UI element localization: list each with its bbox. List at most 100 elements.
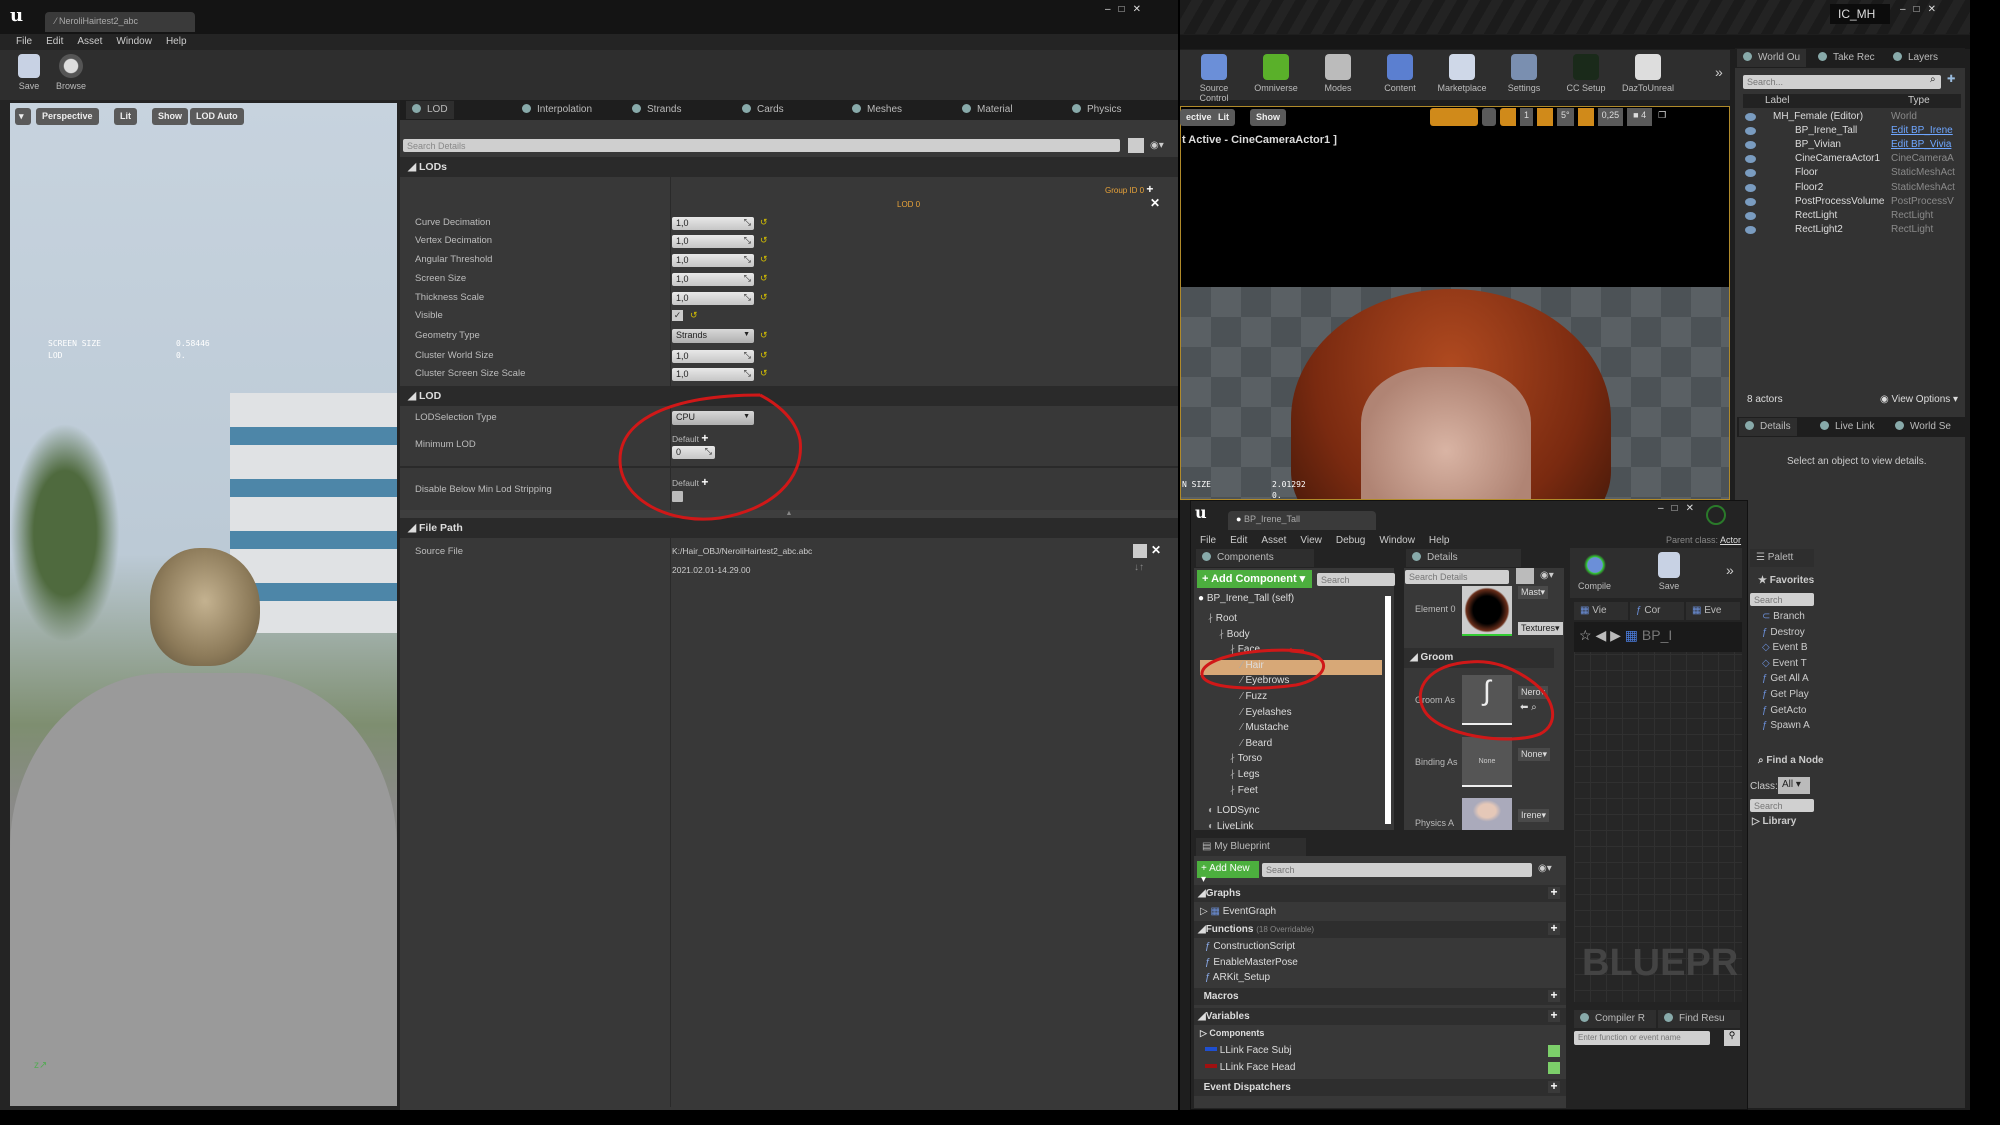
palette-item[interactable]: ⊂ Branch — [1762, 611, 1805, 622]
menu-item[interactable]: Window — [1379, 535, 1415, 546]
grid-snap-icon[interactable] — [1500, 108, 1516, 126]
camera-speed-button[interactable]: ■ 4 — [1627, 108, 1653, 126]
favorites-header[interactable]: ★ Favorites — [1758, 575, 1814, 586]
actor-type[interactable]: Edit BP_Irene — [1891, 125, 1955, 136]
visibility-eye-icon[interactable] — [1745, 197, 1756, 206]
window-controls[interactable]: ‒□✕ — [1658, 503, 1702, 514]
reset-icon[interactable]: ↺ — [760, 330, 768, 341]
graph-tab[interactable]: ƒ Cor — [1630, 602, 1684, 620]
view-options-eye-icon[interactable]: ◉▾ — [1150, 140, 1164, 151]
outliner-row[interactable]: RectLight2 RectLight — [1745, 224, 1965, 238]
binoculars-icon[interactable]: ⚲ — [1724, 1030, 1740, 1046]
scale-snap-icon[interactable] — [1577, 108, 1594, 126]
my-blueprint-search[interactable]: Search — [1262, 863, 1532, 877]
visibility-eye-icon[interactable] — [1745, 211, 1756, 220]
visible-checkbox[interactable]: ✓ — [672, 310, 683, 321]
graph-breadcrumb[interactable]: BP_I — [1642, 627, 1672, 643]
tab-interpolation[interactable]: Interpolation — [516, 101, 598, 119]
details-tab[interactable]: World Se — [1889, 418, 1957, 436]
palette-item[interactable]: ƒ Spawn A — [1762, 720, 1810, 731]
visibility-eye-icon[interactable] — [1745, 169, 1756, 178]
component-item[interactable]: ∤ Legs — [1230, 769, 1259, 784]
component-item[interactable]: ⁄ Mustache — [1241, 722, 1289, 737]
reset-icon[interactable]: ↺ — [760, 350, 768, 361]
property-input[interactable]: 1,0 — [672, 217, 754, 230]
menu-item[interactable]: Help — [1429, 535, 1450, 546]
property-input[interactable]: 1,0 — [672, 292, 754, 305]
compiler-tab[interactable]: Compiler R — [1574, 1010, 1656, 1028]
add-component-button[interactable]: + Add Component ▾ — [1197, 570, 1312, 588]
viewport-snap-toolbar[interactable]: 1 5° 0,25 ■ 4 ❐ — [1430, 108, 1668, 126]
variable-item[interactable]: LLink Face Subj — [1205, 1045, 1560, 1057]
tab-physics[interactable]: Physics — [1066, 101, 1127, 119]
view-options-button[interactable]: ◉ View Options ▾ — [1880, 394, 1958, 405]
menu-item[interactable]: File — [16, 36, 32, 47]
toolbar-button[interactable]: Modes — [1308, 54, 1368, 93]
component-item[interactable]: ∤ Feet — [1230, 785, 1258, 800]
viewport-options-button[interactable]: ▾ — [15, 108, 31, 125]
details-search[interactable]: Search Details — [403, 139, 1120, 152]
clear-file-icon[interactable]: ✕ — [1151, 543, 1161, 557]
toolbar-overflow-icon[interactable]: » — [1715, 64, 1723, 80]
outliner-tab[interactable]: Layers — [1887, 49, 1944, 67]
component-item[interactable]: ∤ Torso — [1230, 753, 1262, 768]
add-filter-icon[interactable]: ✚ — [1947, 74, 1955, 85]
palette-item[interactable]: ◇ Event B — [1762, 642, 1808, 653]
component-item[interactable]: ∤ Body — [1219, 629, 1250, 644]
window-controls[interactable]: ‒□✕ — [1900, 4, 1944, 15]
tab-details[interactable]: Details — [1406, 549, 1521, 567]
graph-editor[interactable]: ☆ ◀ ▶ ▦ BP_I BLUEPR — [1574, 622, 1742, 1002]
menu-item[interactable]: Edit — [46, 36, 63, 47]
property-input[interactable]: 1,0 — [672, 273, 754, 286]
menu-item[interactable]: View — [1300, 535, 1322, 546]
outliner-row[interactable]: PostProcessVolume PostProcessV — [1745, 196, 1965, 210]
function-item[interactable]: ƒ ConstructionScript — [1205, 941, 1295, 952]
visibility-eye-icon[interactable] — [1745, 225, 1756, 234]
component-item[interactable]: ∤ Root — [1208, 613, 1237, 628]
reset-icon[interactable]: ↺ — [760, 368, 768, 379]
toolbar-button[interactable]: DazToUnreal — [1618, 54, 1678, 93]
binding-asset-dropdown[interactable]: None▾ — [1518, 748, 1551, 761]
grid-snap-value[interactable]: 1 — [1520, 108, 1534, 126]
property-input[interactable]: 1,0 — [672, 235, 754, 248]
actor-type[interactable]: Edit BP_Vivia — [1891, 139, 1955, 150]
visibility-eye-icon[interactable] — [1745, 141, 1756, 150]
component-item[interactable]: ◐ LiveLink — [1208, 821, 1254, 836]
tab-material[interactable]: Material — [956, 101, 1019, 119]
tab-palette[interactable]: ☰ Palett — [1750, 549, 1814, 567]
outliner-row[interactable]: BP_Vivian Edit BP_Vivia — [1745, 139, 1965, 153]
library-category[interactable]: ▷ Library — [1752, 816, 1796, 827]
function-item[interactable]: ƒ EnableMasterPose — [1205, 957, 1298, 968]
self-row[interactable]: ● BP_Irene_Tall (self) — [1198, 593, 1388, 608]
details-tab[interactable]: Details — [1739, 418, 1797, 436]
material-thumbnail[interactable] — [1462, 586, 1512, 636]
reimport-arrows-icon[interactable]: ↓↑ — [1134, 562, 1144, 573]
reset-icon[interactable]: ↺ — [760, 217, 768, 228]
tab-my-blueprint[interactable]: ▤ My Blueprint — [1196, 838, 1306, 856]
outliner-row[interactable]: RectLight RectLight — [1745, 210, 1965, 224]
palette-search[interactable]: Search — [1750, 593, 1814, 606]
save-button[interactable]: Save — [1658, 552, 1680, 591]
palette-item[interactable]: ◇ Event T — [1762, 658, 1807, 669]
compile-button[interactable]: Compile — [1578, 552, 1611, 591]
add-icon[interactable]: + — [1146, 182, 1153, 196]
palette-item[interactable]: ƒ Get All A — [1762, 673, 1809, 684]
visibility-eye-icon[interactable] — [1745, 155, 1756, 164]
details-tab[interactable]: Live Link — [1814, 418, 1880, 436]
variable-item[interactable]: LLink Face Head — [1205, 1062, 1560, 1074]
textures-dropdown[interactable]: Textures▾ — [1518, 622, 1563, 635]
scale-snap-value[interactable]: 0,25 — [1597, 108, 1624, 126]
column-divider[interactable] — [670, 157, 671, 1107]
perspective-button[interactable]: Perspective — [36, 108, 99, 125]
tab-strands[interactable]: Strands — [626, 101, 687, 119]
tab-cards[interactable]: Cards — [736, 101, 790, 119]
visibility-eye-icon[interactable] — [1745, 113, 1756, 121]
property-input[interactable]: 1,0 — [672, 254, 754, 267]
component-item[interactable]: ◐ LODSync — [1208, 805, 1260, 820]
property-input[interactable]: 1,0 — [672, 368, 754, 381]
source-control-icon[interactable] — [1706, 505, 1726, 525]
function-item[interactable]: ƒ ARKit_Setup — [1205, 972, 1270, 983]
column-label[interactable]: Label — [1765, 95, 1789, 106]
preview-viewport[interactable] — [10, 103, 397, 1106]
reset-icon[interactable]: ↺ — [760, 273, 768, 284]
